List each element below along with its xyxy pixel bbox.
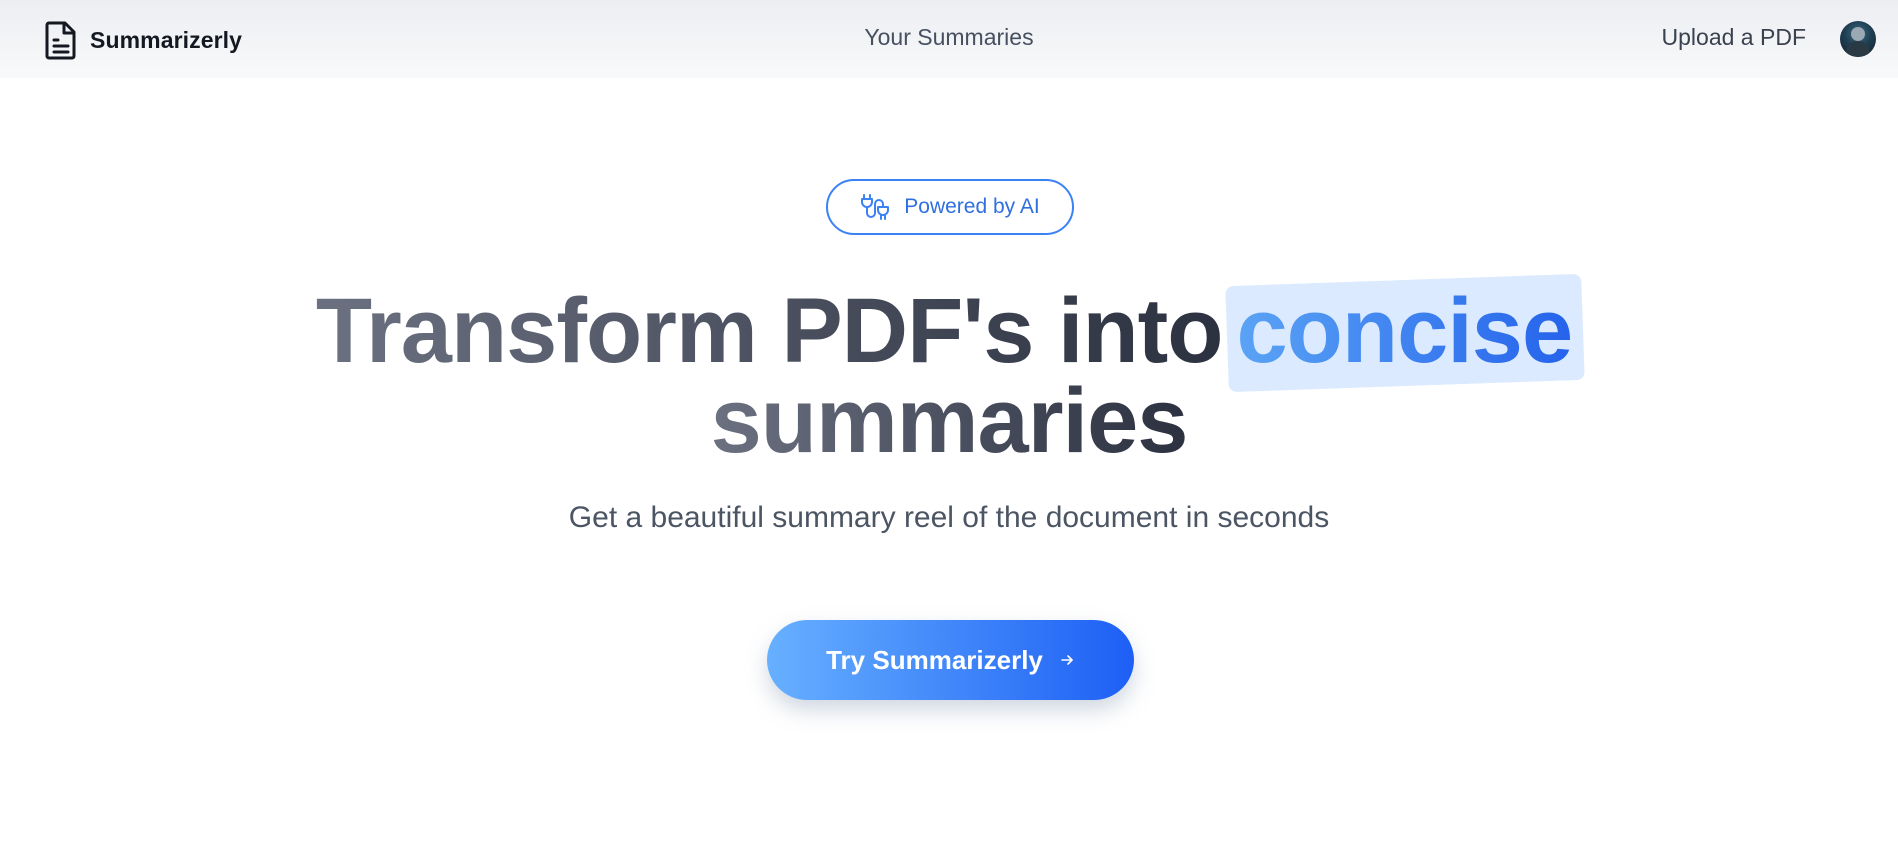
nav-link-your-summaries[interactable]: Your Summaries (864, 24, 1033, 50)
nav-center: Your Summaries (0, 24, 1898, 51)
document-icon (44, 20, 78, 60)
try-summarizerly-button[interactable]: Try Summarizerly (767, 620, 1134, 700)
headline-highlight-text: concise (1236, 280, 1574, 382)
hero-subtitle: Get a beautiful summary reel of the docu… (568, 501, 1330, 534)
top-navbar: Summarizerly Your Summaries Upload a PDF (0, 0, 1898, 78)
powered-by-ai-badge: Powered by AI (826, 179, 1074, 235)
arrow-right-icon (1043, 652, 1075, 668)
headline-part-1: Transform PDF's into (315, 280, 1224, 382)
headline-part-2: summaries (710, 370, 1189, 472)
brand-logo-link[interactable]: Summarizerly (44, 20, 242, 60)
plug-icon (860, 192, 904, 222)
user-avatar[interactable] (1840, 21, 1876, 57)
cta-label: Try Summarizerly (826, 644, 1043, 675)
hero-headline: Transform PDF's into concise summaries (0, 273, 1898, 467)
brand-name: Summarizerly (90, 26, 243, 53)
badge-label: Powered by AI (904, 195, 1040, 218)
headline-highlight: concise (1224, 273, 1584, 393)
nav-link-upload-pdf[interactable]: Upload a PDF (1662, 24, 1806, 51)
